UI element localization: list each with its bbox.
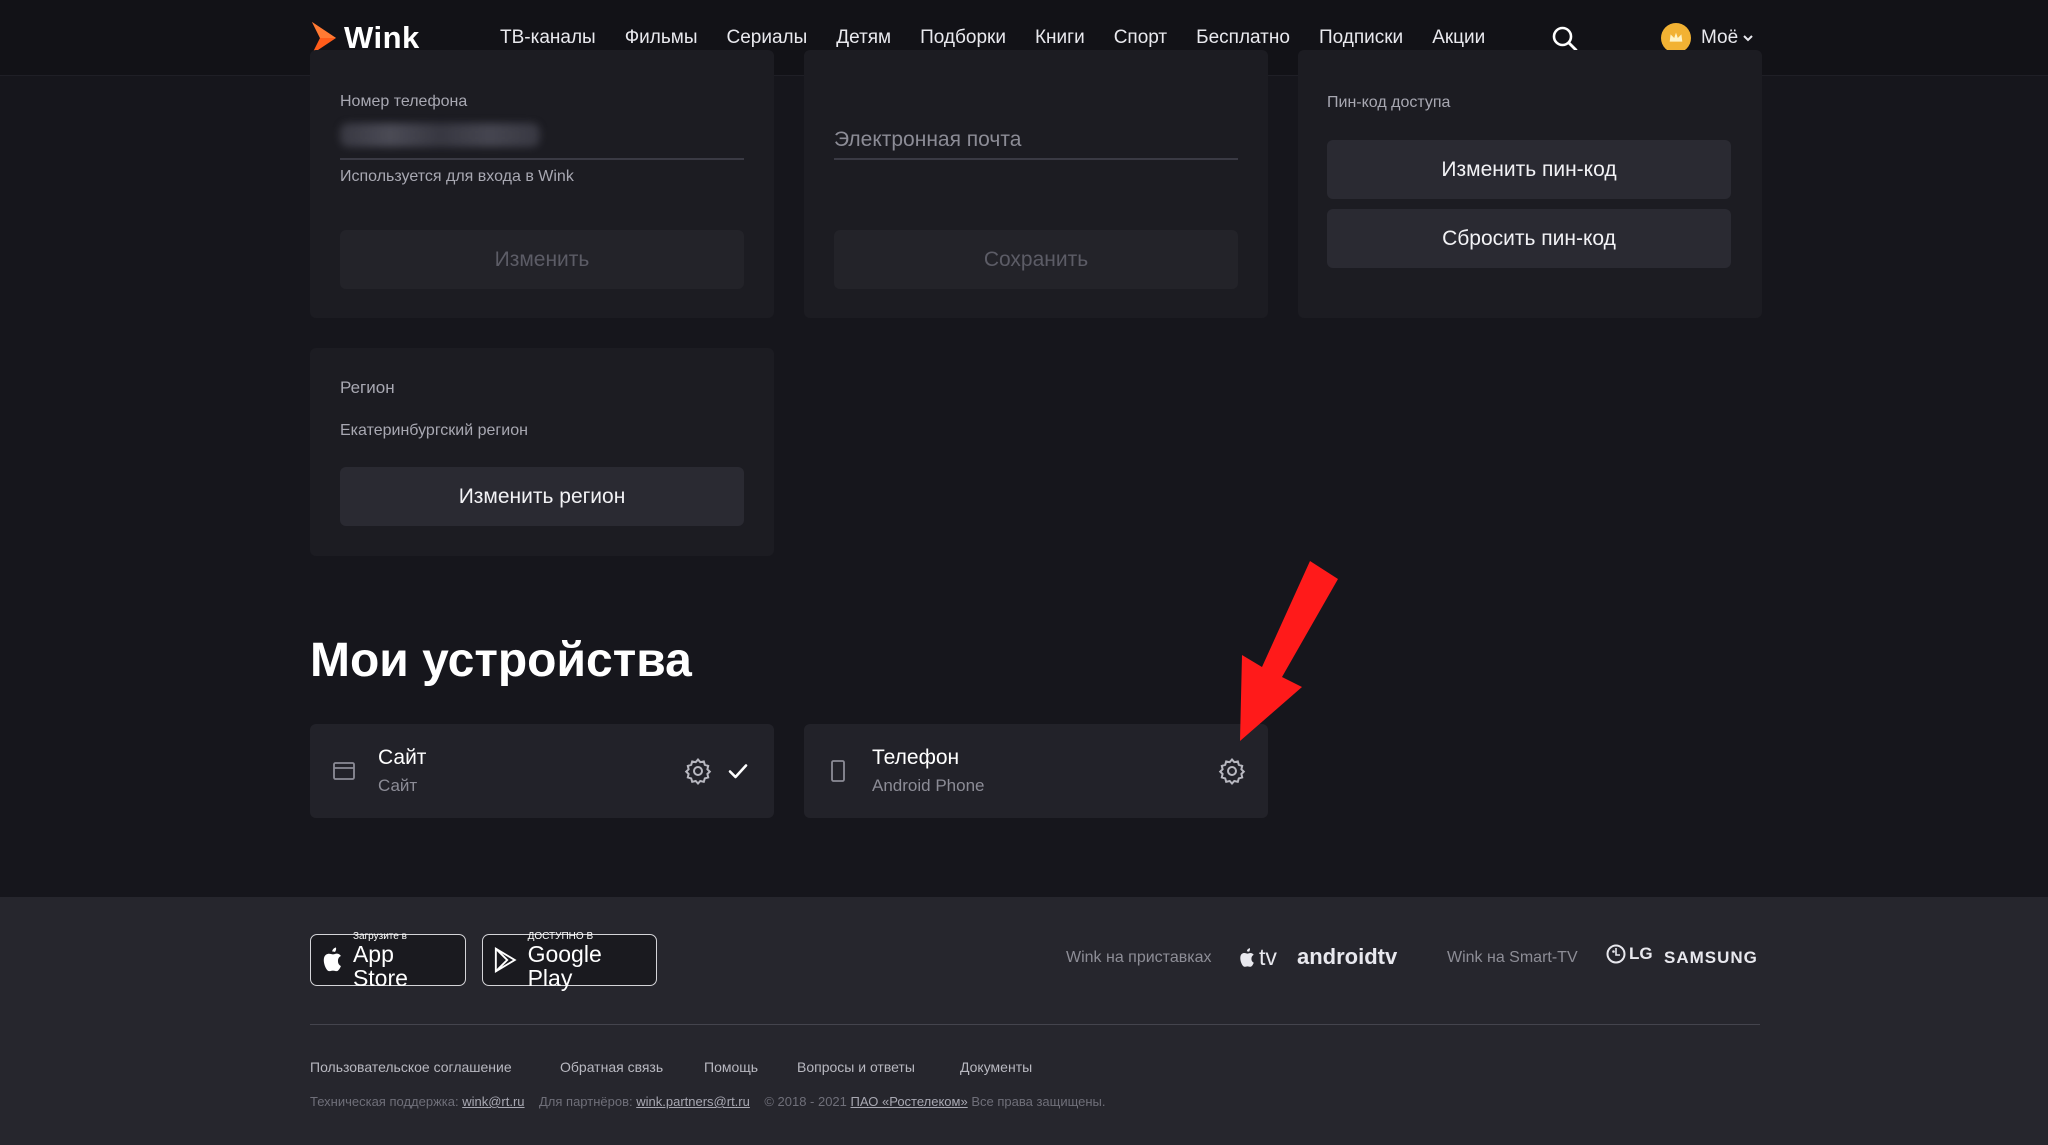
support-label: Техническая поддержка: (310, 1094, 459, 1109)
stb-label: Wink на приставках (1066, 949, 1212, 966)
phone-hint: Используется для входа в Wink (340, 168, 574, 185)
footer-link-faq[interactable]: Вопросы и ответы (797, 1059, 915, 1075)
copyright-years: © 2018 - 2021 (764, 1094, 847, 1109)
nav-item-movies[interactable]: Фильмы (625, 27, 698, 49)
region-value: Екатеринбургский регион (340, 422, 528, 439)
avatar (1661, 23, 1691, 53)
annotation-arrow-icon (1240, 561, 1338, 741)
samsung-logo[interactable]: SAMSUNG (1664, 948, 1758, 968)
appletv-logo[interactable]: tv (1238, 944, 1277, 971)
footer: Загрузите в App Store ДОСТУПНО В Google … (0, 897, 2048, 1145)
pin-label: Пин-код доступа (1327, 94, 1451, 111)
device-subtitle: Android Phone (872, 776, 985, 795)
gear-icon[interactable] (1218, 757, 1246, 785)
footer-link-documents[interactable]: Документы (960, 1059, 1032, 1075)
check-icon (728, 764, 748, 779)
phone-value-blurred (340, 123, 540, 147)
nav-item-kids[interactable]: Детям (836, 27, 891, 49)
device-name: Сайт (378, 746, 427, 769)
profile-label: Моё (1701, 27, 1739, 48)
appstore-badge[interactable]: Загрузите в App Store (310, 930, 466, 990)
nav-item-free[interactable]: Бесплатно (1196, 27, 1290, 49)
nav-item-series[interactable]: Сериалы (726, 27, 807, 49)
reset-pin-button[interactable]: Сбросить пин-код (1327, 209, 1731, 268)
email-input[interactable]: Электронная почта (834, 128, 1021, 152)
appstore-big-text: App Store (352, 940, 408, 991)
nav-item-tv[interactable]: ТВ-каналы (500, 27, 596, 49)
footer-divider (310, 1024, 1760, 1025)
footer-link-feedback[interactable]: Обратная связь (560, 1059, 663, 1075)
footer-link-help[interactable]: Помощь (704, 1059, 758, 1075)
lg-logo[interactable]: LG (1606, 944, 1653, 964)
lg-circle-icon (1606, 944, 1626, 964)
phone-icon (831, 760, 845, 782)
androidtv-logo[interactable]: androidtv (1297, 944, 1397, 970)
crown-icon (1669, 32, 1683, 42)
googleplay-small-text: ДОСТУПНО В (527, 930, 594, 942)
nav-item-sport[interactable]: Спорт (1114, 27, 1167, 49)
gear-icon[interactable] (684, 757, 712, 785)
appstore-small-text: Загрузите в (352, 930, 407, 942)
device-subtitle: Сайт (378, 776, 418, 795)
pin-card: Пин-код доступа Изменить пин-код Сбросит… (1298, 50, 1762, 318)
googleplay-badge[interactable]: ДОСТУПНО В Google Play (482, 930, 657, 990)
region-card: Регион Екатеринбургский регион Изменить … (310, 348, 774, 556)
device-card-phone: Телефон Android Phone (804, 724, 1268, 818)
apple-icon (323, 947, 341, 972)
phone-card: Номер телефона Используется для входа в … (310, 50, 774, 318)
phone-label: Номер телефона (340, 93, 468, 110)
device-card-site: Сайт Сайт (310, 724, 774, 818)
rights-text: Все права защищены. (971, 1094, 1106, 1109)
browser-icon (333, 762, 355, 780)
email-card: Электронная почта Сохранить (804, 50, 1268, 318)
device-name: Телефон (872, 746, 960, 769)
chevron-down-icon (1743, 35, 1753, 42)
appletv-text: tv (1259, 944, 1277, 970)
company-link[interactable]: ПАО «Ростелеком» (851, 1094, 968, 1109)
partners-label: Для партнёров: (539, 1094, 633, 1109)
save-email-button[interactable]: Сохранить (834, 230, 1238, 289)
phone-field-underline (340, 158, 744, 160)
devices-title: Мои устройства (310, 634, 692, 687)
footer-copyright-row: Техническая поддержка: wink@rt.ru Для па… (310, 1094, 1106, 1109)
smarttv-label: Wink на Smart-TV (1447, 949, 1578, 966)
region-label: Регион (340, 378, 395, 397)
nav-item-books[interactable]: Книги (1035, 27, 1085, 49)
apple-icon (1240, 947, 1254, 967)
partners-email-link[interactable]: wink.partners@rt.ru (636, 1094, 750, 1109)
change-phone-button[interactable]: Изменить (340, 230, 744, 289)
nav-item-promotions[interactable]: Акции (1432, 27, 1485, 49)
email-field-underline (834, 158, 1238, 160)
google-play-icon (494, 946, 517, 974)
change-region-button[interactable]: Изменить регион (340, 467, 744, 526)
nav-item-collections[interactable]: Подборки (920, 27, 1006, 49)
nav-item-subscriptions[interactable]: Подписки (1319, 27, 1403, 49)
change-pin-button[interactable]: Изменить пин-код (1327, 140, 1731, 199)
support-email-link[interactable]: wink@rt.ru (462, 1094, 524, 1109)
lg-text: LG (1629, 944, 1653, 963)
footer-link-agreement[interactable]: Пользовательское соглашение (310, 1059, 512, 1075)
googleplay-big-text: Google Play (527, 940, 602, 991)
